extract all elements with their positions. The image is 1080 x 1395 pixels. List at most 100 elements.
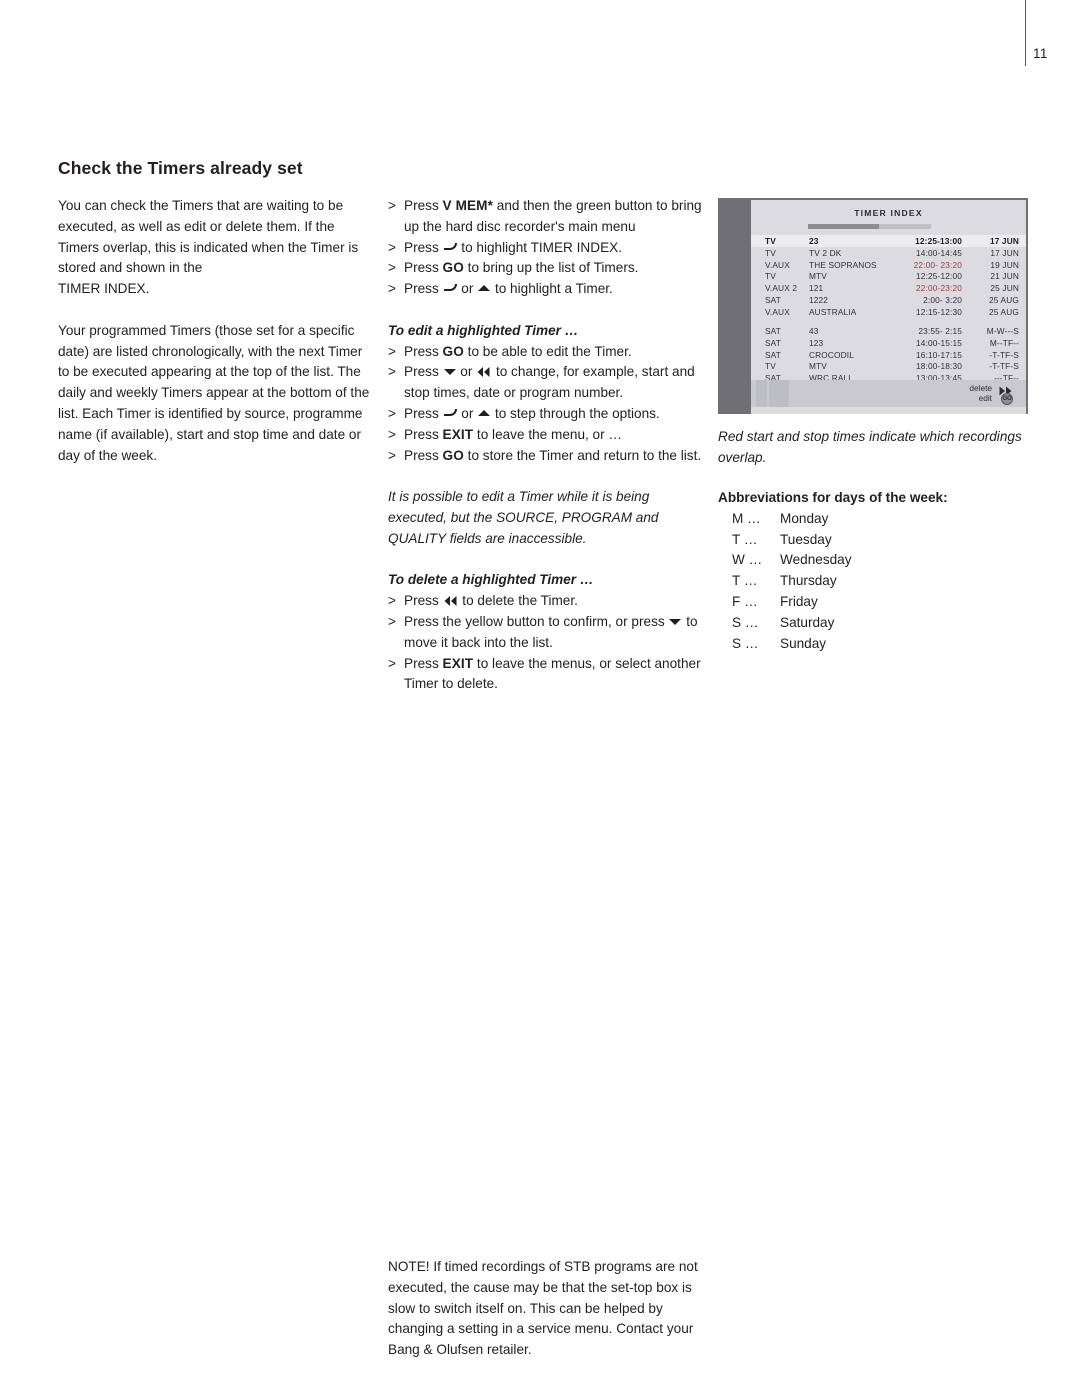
table-row: W … Wednesday <box>718 550 852 571</box>
table-row[interactable]: V.AUX AUSTRALIA 12:15-12:30 25 AUG <box>751 305 1026 317</box>
down-triangle-icon <box>669 618 682 625</box>
timer-source: SAT <box>765 326 781 337</box>
day-name: Monday <box>780 510 829 526</box>
timer-index-title: TIMER INDEX <box>854 208 923 218</box>
step-post: to be able to edit the Timer. <box>463 343 632 359</box>
go-button-icon[interactable]: GO <box>1001 393 1013 405</box>
timer-listing-paragraph: Your programmed Timers (those set for a … <box>58 322 370 463</box>
rewind-icon <box>444 596 457 607</box>
timer-time: 14:00-15:15 <box>916 337 962 348</box>
timer-source: TV <box>765 271 776 282</box>
day-abbr: S … <box>732 635 759 651</box>
edit-while-executing-note: It is possible to edit a Timer while it … <box>388 489 659 546</box>
column-one: You can check the Timers that are waitin… <box>58 196 370 466</box>
footer-note-block: NOTE! If timed recordings of STB program… <box>388 1257 703 1361</box>
timer-days: -T-TF-S <box>989 349 1019 360</box>
step-item: > Press V MEM* and then the green button … <box>388 196 703 238</box>
step-mid: or <box>457 405 478 421</box>
step-pre: Press <box>404 405 443 421</box>
table-row[interactable]: SAT CROCODIL 16:10-17:15 -T-TF-S <box>751 348 1026 360</box>
step-bullet: > <box>388 343 396 359</box>
timer-name: 1222 <box>809 294 829 305</box>
timer-name: 43 <box>809 326 819 337</box>
step-bullet: > <box>388 281 396 297</box>
fast-forward-icon[interactable] <box>999 383 1013 396</box>
subheading-delete-timer: To delete a highlighted Timer … <box>388 572 594 588</box>
day-name: Sunday <box>780 635 827 651</box>
day-abbr: T … <box>732 531 758 547</box>
timer-source: SAT <box>765 337 781 348</box>
day-abbr: T … <box>732 573 758 589</box>
timer-date: 17 JUN <box>989 236 1019 247</box>
timer-days: M-W---S <box>986 326 1019 337</box>
step-item: > Press GO to store the Timer and return … <box>388 446 703 467</box>
step-item: > Press to highlight TIMER INDEX. <box>388 238 703 259</box>
down-chevron-icon <box>443 408 457 416</box>
timer-source: V.AUX <box>765 306 790 317</box>
key-exit: EXIT <box>442 426 474 442</box>
step-post: to delete the Timer. <box>458 593 578 609</box>
timer-days: M--TF-- <box>989 337 1019 348</box>
timer-date: 19 JUN <box>990 259 1019 270</box>
step-item: > Press or to step through the options. <box>388 404 703 425</box>
step-item: > Press or to highlight a Timer. <box>388 279 703 300</box>
day-name: Thursday <box>780 573 837 589</box>
step-item: > Press EXIT to leave the menus, or selec… <box>388 654 703 696</box>
timer-time: 14:00-14:45 <box>916 248 962 259</box>
intro-paragraph: You can check the Timers that are waitin… <box>58 196 370 300</box>
timer-index-bottom-strip <box>751 408 1026 414</box>
timer-index-scroll-track <box>808 224 931 229</box>
timer-source: V.AUX <box>765 259 790 270</box>
delete-label[interactable]: delete <box>969 383 992 393</box>
table-row: S … Sunday <box>718 634 852 655</box>
step-bullet: > <box>388 239 396 255</box>
key-go: GO <box>442 343 464 359</box>
table-row: T … Thursday <box>718 571 852 592</box>
timer-source: TV <box>765 248 776 259</box>
step-pre: Press <box>404 281 443 297</box>
edit-label[interactable]: edit <box>979 393 992 403</box>
caption-text: Red start and stop times indicate which … <box>718 429 1022 465</box>
step-bullet: > <box>388 198 396 213</box>
step-bullet: > <box>388 655 396 671</box>
day-abbr: F … <box>732 593 758 609</box>
footer-segment-left <box>756 380 767 407</box>
step-item: > Press GO to be able to edit the Timer. <box>388 342 703 363</box>
step-post: to highlight a Timer. <box>491 281 613 297</box>
timer-time: 12:15-12:30 <box>916 306 962 317</box>
timer-date: 17 JUN <box>990 248 1019 259</box>
table-row[interactable]: SAT 123 14:00-15:15 M--TF-- <box>751 337 1026 349</box>
timer-name: TV 2 DK <box>809 248 842 259</box>
step-pre: Press <box>404 198 443 213</box>
step-pre: Press <box>404 239 443 255</box>
timer-time: 12:25-12:00 <box>916 271 962 282</box>
down-triangle-icon <box>443 369 456 376</box>
table-row[interactable]: SAT 43 23:55- 2:15 M-W---S <box>751 325 1026 337</box>
day-abbreviations-block: Abbreviations for days of the week: M … … <box>718 488 1030 654</box>
table-row[interactable]: V.AUX THE SOPRANOS 22:00- 23:20 19 JUN <box>751 258 1026 270</box>
table-row[interactable]: TV TV 2 DK 14:00-14:45 17 JUN <box>751 247 1026 259</box>
table-row[interactable]: TV 23 12:25-13:00 17 JUN <box>751 235 1026 247</box>
table-row[interactable]: TV MTV 18:00-18:30 -T-TF-S <box>751 360 1026 372</box>
step-pre: Press <box>404 447 443 463</box>
step-pre: Press <box>404 593 443 609</box>
timer-date: 25 AUG <box>989 294 1019 305</box>
rewind-icon <box>477 367 490 378</box>
step-item: > Press or to change, for example, start … <box>388 362 703 404</box>
page-title: Check the Timers already set <box>58 158 303 178</box>
table-row[interactable]: V.AUX 2 121 22:00-23:20 25 JUN <box>751 282 1026 294</box>
table-row[interactable]: SAT 1222 2:00- 3:20 25 AUG <box>751 293 1026 305</box>
day-abbr: S … <box>732 614 759 630</box>
step-pre: Press <box>404 426 443 442</box>
key-exit: EXIT <box>442 655 474 671</box>
timer-date: 25 JUN <box>990 283 1019 294</box>
down-chevron-icon <box>443 284 457 292</box>
table-row[interactable]: TV MTV 12:25-12:00 21 JUN <box>751 270 1026 282</box>
subheading-edit-timer: To edit a highlighted Timer … <box>388 322 579 338</box>
step-pre: Press <box>404 260 443 276</box>
timer-date: 25 AUG <box>989 306 1019 317</box>
table-section-gap <box>751 317 1026 325</box>
step-pre: Press <box>404 364 443 380</box>
up-triangle-icon <box>478 285 491 292</box>
timer-name: MTV <box>809 271 827 282</box>
